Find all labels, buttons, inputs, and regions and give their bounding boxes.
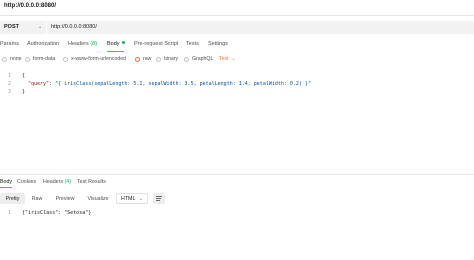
- view-raw-button[interactable]: Raw: [27, 193, 47, 204]
- tab-pre-request-script[interactable]: Pre-request Script: [134, 41, 178, 47]
- wrap-bar: [156, 196, 162, 197]
- radio-form-data-label: form-data: [33, 56, 56, 62]
- radio-form-data[interactable]: form-data: [25, 56, 55, 62]
- chevron-down-icon: ⌄: [231, 56, 236, 62]
- body-indicator-dot: [121, 41, 125, 44]
- title-divider: [0, 15, 474, 16]
- radio-urlencoded[interactable]: x-www-form-urlencoded: [63, 56, 126, 62]
- radio-graphql-label: GraphQL: [192, 56, 214, 62]
- radio-circle: [184, 56, 189, 62]
- radio-urlencoded-label: x-www-form-urlencoded: [71, 56, 127, 62]
- url-text: http://0.0.0.0:8080/: [51, 24, 97, 30]
- response-tab-headers[interactable]: Headers (4): [43, 179, 71, 185]
- response-divider: [0, 174, 474, 175]
- tab-body-label: Body: [107, 41, 120, 47]
- line-number: 3: [8, 89, 12, 95]
- radio-raw-label: raw: [143, 56, 152, 62]
- tab-headers[interactable]: Headers (8): [68, 41, 97, 47]
- response-content: {"irisClass": "Setosa"}: [22, 210, 92, 216]
- response-tab-cookies[interactable]: Cookies: [17, 179, 36, 185]
- text-format-label: Text: [219, 56, 229, 62]
- radio-circle: [63, 56, 68, 62]
- response-tab-test-results[interactable]: Test Results: [77, 179, 106, 185]
- url-input[interactable]: [46, 21, 474, 34]
- tab-settings[interactable]: Settings: [208, 41, 228, 47]
- view-pretty-button[interactable]: Pretty: [0, 193, 25, 204]
- line-number: 1: [8, 210, 12, 216]
- radio-circle-selected: [135, 56, 140, 62]
- text-format-select[interactable]: Text ⌄: [219, 56, 236, 62]
- wrap-bar: [156, 198, 161, 199]
- radio-circle: [156, 56, 161, 62]
- headers-count: (8): [90, 41, 98, 47]
- code-line-3: }: [22, 89, 26, 95]
- radio-graphql[interactable]: GraphQL: [184, 56, 213, 62]
- response-format-select[interactable]: HTML ⌄: [116, 193, 148, 204]
- radio-raw[interactable]: raw: [135, 56, 151, 62]
- radio-binary[interactable]: binary: [156, 56, 178, 62]
- active-tab-underline: [107, 51, 124, 52]
- json-key: "query": [28, 81, 50, 87]
- wrap-lines-icon[interactable]: [153, 193, 165, 204]
- line-number: 1: [8, 73, 12, 79]
- json-value: "{ irisClass(sepalLength: 5.1, sepalWidt…: [55, 81, 311, 87]
- tab-headers-label: Headers: [68, 41, 89, 47]
- view-preview-button[interactable]: Preview: [51, 193, 79, 204]
- line-number: 2: [8, 81, 12, 87]
- radio-circle: [2, 56, 7, 62]
- view-visualize-button[interactable]: Visualize: [83, 193, 113, 204]
- wrap-bar: [156, 200, 160, 201]
- response-headers-count: (4): [64, 179, 71, 185]
- radio-none[interactable]: none: [2, 56, 22, 62]
- method-label: POST: [4, 24, 19, 30]
- chevron-down-icon[interactable]: ⌄: [38, 24, 42, 30]
- tab-tests[interactable]: Tests: [186, 41, 199, 47]
- radio-circle: [25, 56, 30, 62]
- code-line-1: {: [22, 73, 26, 79]
- code-line-2: "query": "{ irisClass(sepalLength: 5.1, …: [28, 81, 311, 87]
- request-title: http://0.0.0.0:8080/: [4, 3, 57, 9]
- response-tab-body[interactable]: Body: [0, 179, 12, 185]
- tab-params[interactable]: Params: [0, 41, 19, 47]
- tab-authorization[interactable]: Authorization: [27, 41, 59, 47]
- format-label: HTML: [121, 195, 136, 202]
- response-tab-headers-label: Headers: [43, 179, 64, 185]
- tab-body[interactable]: Body: [107, 41, 125, 47]
- response-active-underline: [0, 187, 12, 188]
- chevron-down-icon: ⌄: [138, 196, 143, 202]
- radio-binary-label: binary: [164, 56, 179, 62]
- radio-none-label: none: [10, 56, 22, 62]
